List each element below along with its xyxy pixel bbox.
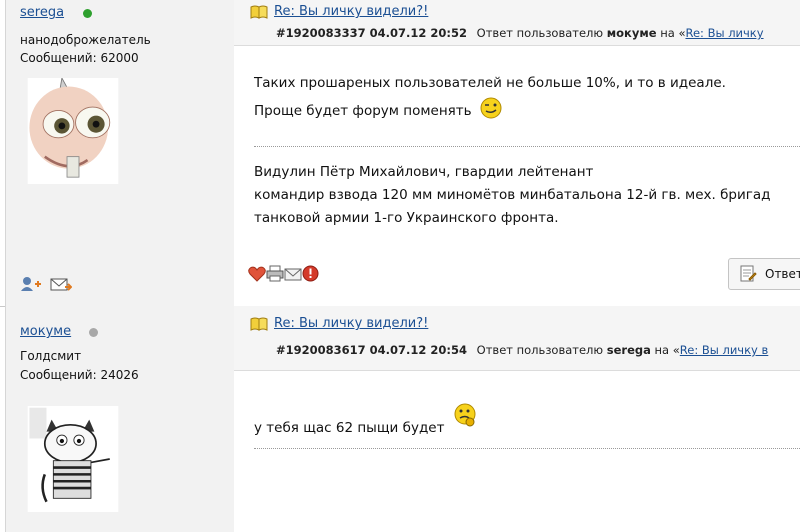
post-content: Re: Вы личку видели?! #1920083337 04.07.…	[234, 0, 800, 306]
signature-line: командир взвода 120 мм миномётов минбата…	[254, 187, 771, 203]
post-meta: #1920083617 04.07.12 20:54 Ответ пользов…	[276, 343, 768, 357]
post-actions	[248, 265, 319, 285]
thinking-smiley-icon	[454, 403, 476, 427]
offline-status-icon	[89, 328, 98, 337]
add-friend-icon[interactable]	[20, 276, 42, 292]
reply-to-user: serega	[606, 343, 651, 357]
post-id-date: #1920083617 04.07.12 20:54	[276, 343, 468, 357]
post-body-text: Проще будет форум поменять	[254, 103, 472, 119]
author-username[interactable]: мокуме	[20, 324, 71, 339]
author-panel: serega нанодоброжелатель Сообщений: 6200…	[5, 0, 235, 306]
send-message-icon[interactable]	[50, 277, 72, 292]
signature-line: Видулин Пётр Михайлович, гвардии лейтена…	[254, 164, 594, 180]
author-message-count: Сообщений: 62000	[20, 51, 139, 65]
post-meta: #1920083337 04.07.12 20:52 Ответ пользов…	[276, 26, 764, 40]
post-body-line: Таких прошареных пользователей не больше…	[254, 75, 726, 91]
reply-button-label: Ответ	[765, 267, 800, 281]
post-body-line: Проще будет форум поменять	[254, 97, 502, 125]
post-content: Re: Вы личку видели?! #1920083617 04.07.…	[234, 306, 800, 532]
post-title-link[interactable]: Re: Вы личку видели?!	[274, 316, 428, 331]
reply-doc-icon	[740, 265, 757, 282]
author-avatar	[27, 406, 119, 512]
post-id-date: #1920083337 04.07.12 20:52	[276, 26, 468, 40]
author-panel: мокуме Голдсмит Сообщений: 24026	[5, 306, 235, 532]
reply-prefix: Ответ пользователю	[476, 343, 604, 357]
post-header: Re: Вы личку видели?! #1920083337 04.07.…	[234, 0, 800, 46]
reply-on: на «	[654, 343, 680, 357]
like-heart-icon[interactable]	[248, 266, 266, 282]
author-username[interactable]: serega	[20, 5, 64, 20]
forum-post: мокуме Голдсмит Сообщений: 24026 Re: Вы …	[0, 306, 800, 532]
forum-post: serega нанодоброжелатель Сообщений: 6200…	[0, 0, 800, 307]
signature-separator	[254, 448, 800, 449]
online-status-icon	[83, 9, 92, 18]
author-message-count: Сообщений: 24026	[20, 368, 139, 382]
reply-source-link[interactable]: Re: Вы личку в	[680, 343, 769, 357]
reply-to-user: мокуме	[606, 26, 657, 40]
post-title-row: Re: Вы личку видели?!	[250, 316, 428, 331]
report-icon[interactable]	[302, 265, 319, 282]
email-post-icon[interactable]	[284, 266, 302, 282]
reply-on: на «	[660, 26, 686, 40]
print-icon[interactable]	[266, 265, 284, 282]
author-avatar	[27, 78, 119, 184]
reply-button[interactable]: Ответ	[728, 258, 800, 290]
signature-separator	[254, 146, 800, 147]
topic-book-icon	[250, 317, 268, 331]
reply-prefix: Ответ пользователю	[476, 26, 604, 40]
post-title-row: Re: Вы личку видели?!	[250, 4, 428, 19]
author-rank: нанодоброжелатель	[20, 33, 151, 47]
post-header: Re: Вы личку видели?! #1920083617 04.07.…	[234, 306, 800, 371]
wink-smiley-icon	[480, 97, 502, 119]
author-rank: Голдсмит	[20, 349, 82, 363]
signature-line: танковой армии 1-го Украинского фронта.	[254, 210, 559, 226]
reply-source-link[interactable]: Re: Вы личку	[685, 26, 763, 40]
post-body-text: у тебя щас 62 пыщи будет	[254, 420, 445, 436]
post-title-link[interactable]: Re: Вы личку видели?!	[274, 4, 428, 19]
post-body-line: у тебя щас 62 пыщи будет	[254, 402, 477, 442]
topic-book-icon	[250, 5, 268, 19]
